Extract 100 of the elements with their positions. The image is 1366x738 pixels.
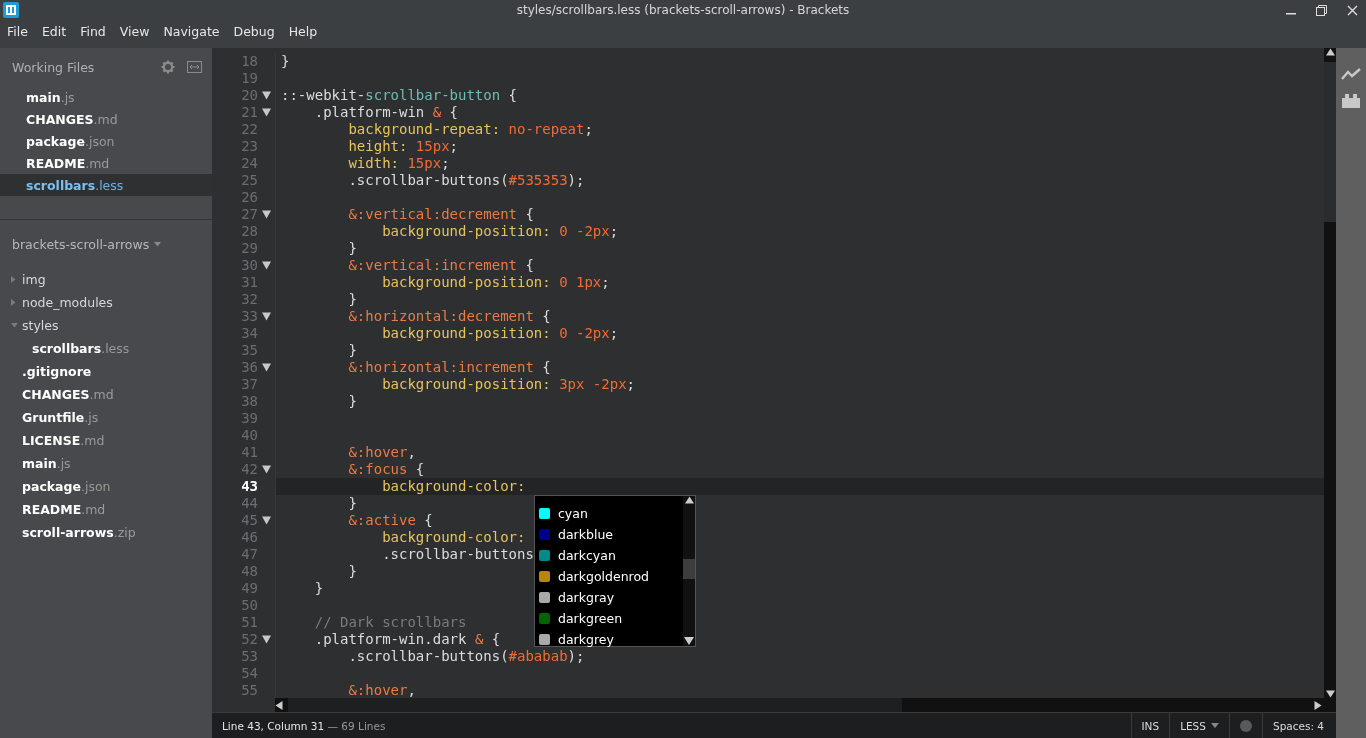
open-document-entry[interactable]: README.md [0, 152, 212, 174]
line-number: 52 [240, 631, 258, 648]
fold-arrow-icon[interactable] [262, 261, 271, 270]
line-number: 53 [240, 648, 258, 665]
line-number: 33 [240, 308, 258, 325]
line-number: 25 [240, 172, 258, 189]
open-document-entry[interactable]: CHANGES.md [0, 108, 212, 130]
tree-folder[interactable]: styles [22, 318, 59, 333]
line-number: 48 [240, 563, 258, 580]
line-number: 34 [240, 325, 258, 342]
line-number: 40 [240, 427, 258, 444]
scroll-left-arrow-icon[interactable] [275, 700, 283, 710]
tree-entry[interactable]: package.json [22, 479, 111, 494]
line-number: 27 [240, 206, 258, 223]
tree-entry[interactable]: .gitignore [22, 364, 92, 379]
popup-scrollbar[interactable] [683, 496, 695, 646]
line-number: 23 [240, 138, 258, 155]
line-number: 30 [240, 257, 258, 274]
project-title[interactable]: brackets-scroll-arrows [12, 236, 150, 252]
line-number: 32 [240, 291, 258, 308]
hint-item[interactable]: darkgrey [535, 629, 683, 649]
hint-item[interactable]: darkgreen [535, 608, 683, 628]
line-number: 43 [240, 478, 258, 495]
line-number: 39 [240, 410, 258, 427]
window-title: styles/scrollbars.less (brackets-scroll-arrows) - Brackets [516, 3, 850, 17]
tree-entry[interactable]: scroll-arrows.zip [22, 525, 136, 540]
section-title: Working Files [12, 59, 95, 75]
menu-item[interactable]: File [7, 21, 28, 39]
vertical-scrollbar[interactable] [1324, 48, 1336, 698]
lint-status-icon[interactable] [1239, 719, 1252, 732]
line-number: 55 [240, 682, 258, 698]
fold-arrow-icon[interactable] [262, 635, 271, 644]
scroll-right-arrow-icon[interactable] [1314, 700, 1322, 710]
fold-arrow-icon[interactable] [262, 91, 271, 100]
close-icon[interactable] [1347, 4, 1358, 16]
line-number: 21 [240, 104, 258, 121]
fold-arrow-icon[interactable] [262, 465, 271, 474]
zigzag-icon[interactable] [1341, 68, 1361, 80]
hint-item[interactable]: darkblue [535, 524, 683, 544]
line-number: 45 [240, 512, 258, 529]
menu-item[interactable]: View [119, 21, 150, 39]
line-number: 18 [240, 53, 258, 70]
insert-mode-toggle[interactable]: INS [1130, 713, 1170, 738]
line-number: 22 [240, 121, 258, 138]
open-document-entry[interactable]: package.json [0, 130, 212, 152]
brick-icon[interactable] [1342, 94, 1360, 108]
scroll-up-arrow-icon[interactable] [684, 496, 694, 504]
line-number: 49 [240, 580, 258, 597]
menu-item[interactable]: Find [80, 21, 106, 39]
fold-arrow-icon[interactable] [262, 312, 271, 321]
dropdown-caret-icon [1210, 723, 1219, 728]
line-number: 24 [240, 155, 258, 172]
line-number: 46 [240, 529, 258, 546]
scrollbar-thumb[interactable] [683, 559, 695, 579]
line-number: 26 [240, 189, 258, 206]
tree-entry[interactable]: scrollbars.less [32, 341, 130, 356]
line-number: 29 [240, 240, 258, 257]
line-number: 37 [240, 376, 258, 393]
open-document-entry[interactable]: main.js [0, 86, 212, 108]
line-number: 36 [240, 359, 258, 376]
menu-item[interactable]: Navigate [163, 21, 220, 39]
language-selector[interactable]: LESS [1169, 713, 1229, 738]
cursor-position: Line 43, Column 31 — 69 Lines [222, 719, 386, 732]
menu-item[interactable]: Edit [41, 21, 67, 39]
scrollbar-thumb[interactable] [1324, 62, 1336, 222]
tree-entry[interactable]: README.md [22, 502, 106, 517]
scroll-down-arrow-icon[interactable] [1325, 690, 1335, 698]
fold-arrow-icon[interactable] [262, 516, 271, 525]
tree-entry[interactable]: CHANGES.md [22, 387, 114, 402]
line-number: 28 [240, 223, 258, 240]
line-number: 54 [240, 665, 258, 682]
hint-item[interactable]: darkcyan [535, 545, 683, 565]
open-document-entry[interactable]: scrollbars.less [0, 174, 212, 196]
tree-entry[interactable]: LICENSE.md [22, 433, 105, 448]
line-number: 20 [240, 87, 258, 104]
tree-entry[interactable]: Gruntfile.js [22, 410, 99, 425]
line-number: 50 [240, 597, 258, 614]
current-line-highlight: background-color: [275, 478, 1324, 495]
tree-folder[interactable]: img [22, 272, 46, 287]
line-number: 38 [240, 393, 258, 410]
line-number: 51 [240, 614, 258, 631]
fold-arrow-icon[interactable] [262, 108, 271, 117]
scroll-down-arrow-icon[interactable] [684, 636, 694, 646]
line-number: 41 [240, 444, 258, 461]
dropdown-caret-icon[interactable] [154, 241, 162, 247]
line-number: 42 [240, 461, 258, 478]
tree-entry[interactable]: main.js [22, 456, 71, 471]
horizontal-scrollbar[interactable] [275, 698, 1336, 712]
line-number: 19 [240, 70, 258, 87]
menu-item[interactable]: Help [288, 21, 318, 39]
fold-arrow-icon[interactable] [262, 210, 271, 219]
tree-folder[interactable]: node_modules [22, 295, 113, 310]
menu-item[interactable]: Debug [233, 21, 275, 39]
restore-icon[interactable] [1316, 4, 1327, 16]
line-number: 35 [240, 342, 258, 359]
settings-icon[interactable] [161, 60, 175, 74]
line-number: 47 [240, 546, 258, 563]
fold-arrow-icon[interactable] [262, 363, 271, 372]
split-view-icon[interactable] [187, 61, 202, 73]
scroll-up-arrow-icon[interactable] [1325, 48, 1335, 56]
